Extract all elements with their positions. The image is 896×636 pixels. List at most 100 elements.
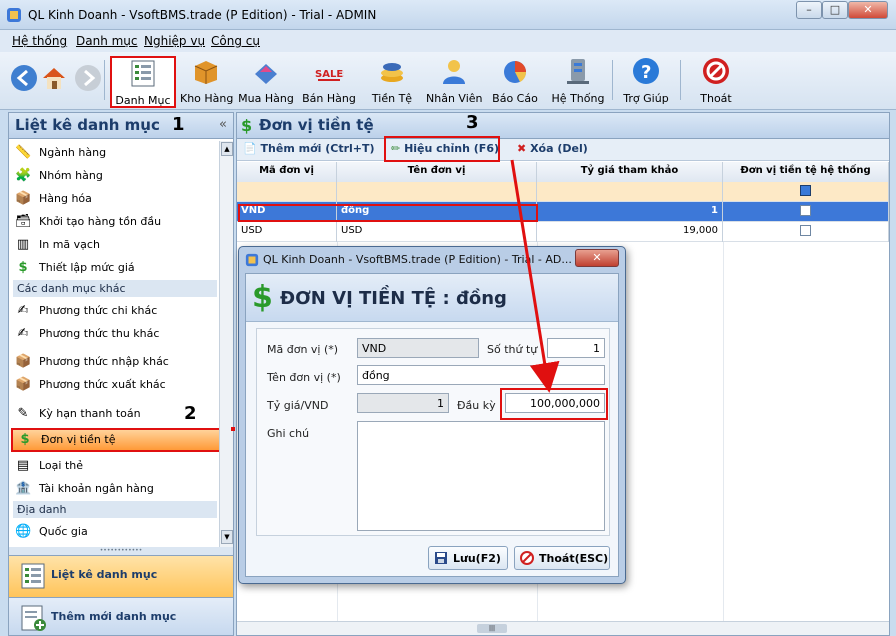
sidebar-item-quoc-gia[interactable]: 🌐 Quốc gia: [13, 522, 217, 542]
box-icon: 📦: [15, 377, 32, 392]
sidebar-add-button[interactable]: Thêm mới danh mục: [9, 597, 233, 635]
menu-he-thong[interactable]: Hệ thống: [12, 34, 67, 48]
order-field[interactable]: 1: [547, 338, 605, 358]
svg-text:SALES: SALES: [315, 69, 344, 80]
delete-icon: ✖: [517, 142, 527, 155]
sidebar-item-xuat-khac[interactable]: 📦 Phương thức xuất khác: [13, 375, 217, 395]
filter-rate[interactable]: [537, 182, 723, 202]
row-system[interactable]: ✓: [723, 202, 889, 222]
col-ty-gia[interactable]: Tỷ giá tham khảo: [537, 162, 723, 182]
splitter[interactable]: ••••••••••••: [9, 547, 233, 555]
col-ten-don-vi[interactable]: Tên đơn vị: [337, 162, 537, 182]
note-field[interactable]: [357, 421, 605, 531]
sidebar-item-nganh-hang[interactable]: 📏 Ngành hàng: [13, 143, 217, 163]
add-list-icon: [21, 605, 46, 631]
menu-bar: Hệ thống Danh mục Nghiệp vụ Công cụ: [0, 30, 896, 52]
sidebar-item-tai-khoan[interactable]: 🏦 Tài khoản ngân hàng: [13, 479, 217, 499]
maximize-button[interactable]: □: [822, 1, 848, 19]
filter-code[interactable]: [237, 182, 337, 202]
toolbar-tien-te-button[interactable]: Tiền Tệ: [370, 56, 414, 108]
sales-icon: SALES: [315, 69, 344, 81]
filter-system[interactable]: [723, 182, 889, 202]
menu-nghiep-vu[interactable]: Nghiệp vụ: [144, 34, 205, 48]
rate-label: Tỷ giá/VND: [267, 399, 329, 412]
order-label: Số thứ tự: [487, 343, 538, 356]
highlight-row: [238, 204, 538, 222]
menu-cong-cu[interactable]: Công cụ: [211, 34, 260, 48]
sidebar-item-nhom-hang[interactable]: 🧩 Nhóm hàng: [13, 166, 217, 186]
row-rate: 19,000: [537, 222, 723, 242]
toolbar-ban-hang-button[interactable]: SALES Bán Hàng: [302, 56, 356, 108]
toolbar-kho-hang-button[interactable]: Kho Hàng: [180, 56, 233, 108]
toolbar-mua-hang-button[interactable]: Mua Hàng: [238, 56, 294, 108]
exit-icon: [703, 58, 729, 84]
col-he-thong[interactable]: Đơn vị tiền tệ hệ thống: [723, 162, 889, 182]
dialog-title: QL Kinh Doanh - VsoftBMS.trade (P Editio…: [263, 253, 572, 266]
row-name: USD: [337, 222, 537, 242]
action-bar: 📄 Thêm mới (Ctrl+T) ✏ Hiệu chỉnh (F6) ✖ …: [237, 139, 889, 161]
sidebar-item-muc-gia[interactable]: $ Thiết lập mức giá: [13, 258, 217, 278]
close-button[interactable]: ✕: [848, 1, 888, 19]
checkbox[interactable]: [800, 225, 811, 236]
rate-field[interactable]: 1: [357, 393, 449, 413]
spacer: [231, 427, 235, 431]
name-label: Tên đơn vị (*): [267, 371, 341, 384]
person-icon: [443, 60, 465, 84]
checkbox-checked[interactable]: ✓: [800, 205, 811, 216]
sidebar-item-in-ma-vach[interactable]: ▥ In mã vạch: [13, 235, 217, 255]
toolbar-bao-cao-button[interactable]: Báo Cáo: [490, 56, 540, 108]
ruler-icon: 📏: [15, 145, 32, 160]
table-row[interactable]: USD USD 19,000: [237, 222, 889, 242]
annotation-3: 3: [466, 112, 479, 133]
app-icon: [245, 253, 259, 267]
menu-danh-muc[interactable]: Danh mục: [76, 34, 138, 48]
toolbar-nhan-vien-button[interactable]: Nhân Viên: [426, 56, 483, 108]
dialog-close-button[interactable]: ✕: [575, 249, 619, 267]
filter-name[interactable]: [337, 182, 537, 202]
cancel-button[interactable]: Thoát(ESC): [514, 546, 610, 570]
minimize-button[interactable]: –: [796, 1, 822, 19]
pencil-icon: ✍: [17, 326, 29, 341]
sidebar-item-nhap-khac[interactable]: 📦 Phương thức nhập khác: [13, 352, 217, 372]
sidebar-scrollbar[interactable]: ▲ ▼: [219, 141, 233, 547]
row-code: USD: [237, 222, 337, 242]
toolbar-danh-muc-button[interactable]: Danh Mục: [110, 56, 176, 108]
dollar-icon: $: [20, 432, 30, 447]
dialog-body: $ ĐƠN VỊ TIỀN TỆ : đồng Mã đơn vị (*) VN…: [245, 273, 619, 577]
code-field[interactable]: VND: [357, 338, 479, 358]
toolbar-he-thong-button[interactable]: Hệ Thống: [550, 56, 606, 108]
start-label: Đầu kỳ: [457, 399, 496, 412]
dollar-icon: $: [241, 116, 253, 135]
scroll-down-icon[interactable]: ▼: [221, 530, 233, 544]
sidebar-item-loai-the[interactable]: ▤ Loại thẻ: [13, 456, 217, 476]
sidebar-item-hang-hoa[interactable]: 📦 Hàng hóa: [13, 189, 217, 209]
back-arrow-icon[interactable]: [10, 64, 38, 92]
home-icon[interactable]: [40, 64, 68, 92]
boxes-icon: 🗃: [15, 214, 32, 229]
sidebar-item-don-vi-tien-te[interactable]: $ Đơn vị tiền tệ: [11, 428, 233, 452]
add-button[interactable]: 📄 Thêm mới (Ctrl+T): [243, 142, 375, 155]
collapse-icon[interactable]: «: [219, 117, 227, 132]
toolbar-tro-giup-button[interactable]: ? Trợ Giúp: [620, 56, 672, 108]
sidebar-item-thu-khac[interactable]: ✍ Phương thức thu khác: [13, 324, 217, 344]
horizontal-scrollbar[interactable]: |||: [237, 621, 889, 635]
dialog-heading: ĐƠN VỊ TIỀN TỆ : đồng: [280, 288, 507, 309]
sidebar-item-khoi-tao[interactable]: 🗃 Khởi tạo hàng tồn đầu: [13, 212, 217, 232]
forward-arrow-icon[interactable]: [74, 64, 102, 92]
col-ma-don-vi[interactable]: Mã đơn vị: [237, 162, 337, 182]
annotation-1: 1: [172, 114, 185, 135]
page-title: Đơn vị tiền tệ: [259, 116, 374, 134]
toolbar: Danh Mục Kho Hàng Mua Hàng SALES Bán Hàn…: [0, 52, 896, 110]
sidebar-item-chi-khac[interactable]: ✍ Phương thức chi khác: [13, 301, 217, 321]
pencil-icon: ✍: [17, 303, 29, 318]
row-system[interactable]: [723, 222, 889, 242]
save-button[interactable]: Lưu(F2): [428, 546, 508, 570]
name-field[interactable]: đồng: [357, 365, 605, 385]
system-icon: [567, 59, 589, 84]
scroll-up-icon[interactable]: ▲: [221, 142, 233, 156]
sidebar-list-button[interactable]: Liệt kê danh mục: [9, 555, 233, 597]
delete-button[interactable]: ✖ Xóa (Del): [517, 142, 588, 155]
box-icon: 📦: [15, 191, 32, 206]
bank-icon: 🏦: [15, 481, 32, 496]
toolbar-thoat-button[interactable]: Thoát: [694, 56, 738, 108]
